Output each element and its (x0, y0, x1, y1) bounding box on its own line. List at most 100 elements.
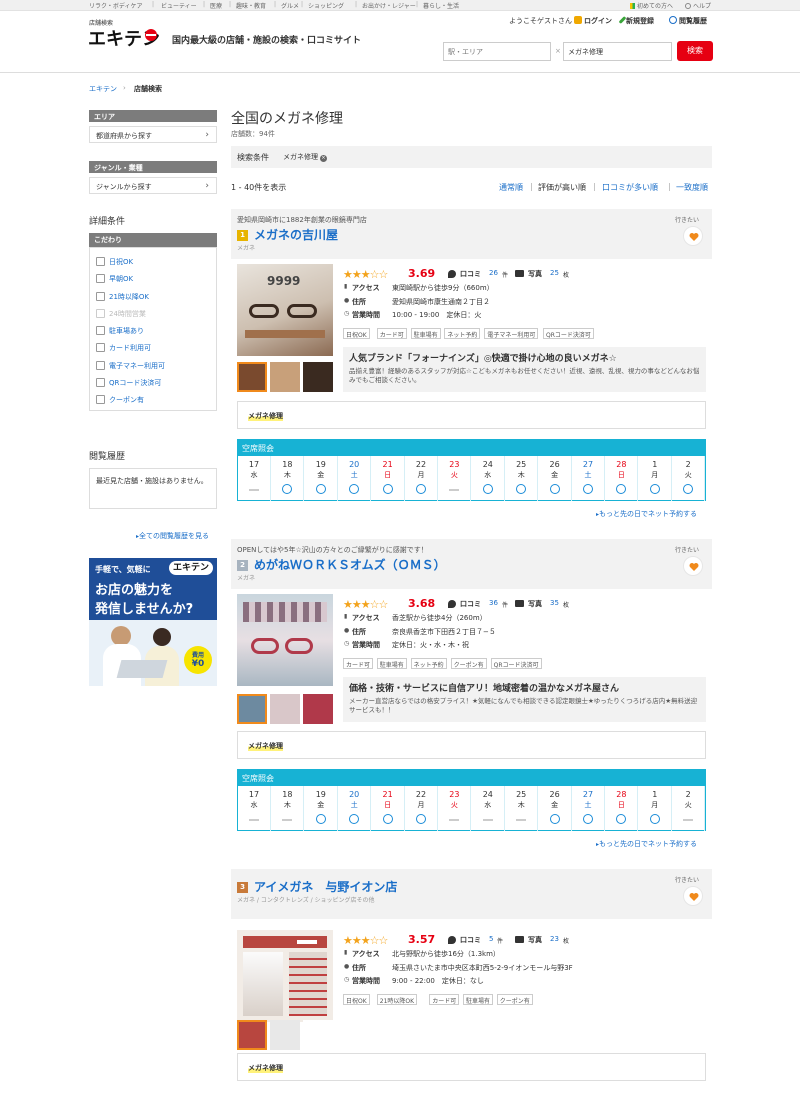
search-button[interactable]: 検索 (677, 41, 713, 61)
store-thumbnail[interactable] (303, 1020, 333, 1050)
store-name-link[interactable]: メガネの吉川屋 (254, 226, 338, 243)
condition-holiday[interactable]: 日祝OK (96, 257, 133, 267)
available-circle-icon[interactable] (683, 484, 694, 494)
want-heart-button[interactable] (683, 226, 703, 246)
available-circle-icon[interactable] (416, 484, 426, 494)
available-circle-icon[interactable] (583, 814, 593, 824)
topbar-cat-beauty[interactable]: ビューティー (161, 1, 197, 10)
calendar-day[interactable]: 26 金 (539, 456, 572, 501)
condition-chip[interactable]: メガネ修理 × (279, 150, 331, 163)
area-search-input[interactable] (443, 42, 551, 61)
photos-count[interactable]: 25 (550, 269, 559, 277)
calendar-day[interactable]: 21 日 (372, 786, 405, 831)
calendar-more-link[interactable]: ▸もっと先の日でネット予約する (596, 839, 697, 849)
calendar-day[interactable]: 18 木 (271, 456, 305, 501)
register-link[interactable]: 新規登録 (618, 16, 654, 26)
available-circle-icon[interactable] (282, 484, 293, 494)
pr-title[interactable]: 価格・技術・サービスに自信アリ！地域密着の温かなメガネ屋さん (349, 681, 700, 694)
store-name-link[interactable]: アイメガネ 与野イオン店 (254, 878, 397, 895)
topbar-cat-medical[interactable]: 医療 (210, 1, 222, 10)
store-thumbnail[interactable] (303, 694, 333, 724)
topbar-cat-gourmet[interactable]: グルメ (281, 1, 299, 10)
calendar-day[interactable]: 27 土 (572, 786, 605, 831)
sort-reviews[interactable]: 口コミが多い順 (602, 182, 658, 193)
topbar-cat-shopping[interactable]: ショッピング (308, 1, 344, 10)
help-link[interactable]: ヘルプ (685, 1, 711, 10)
topbar-cat-hobby[interactable]: 趣味・教育 (236, 1, 266, 10)
available-circle-icon[interactable] (349, 484, 360, 494)
available-circle-icon[interactable] (549, 484, 560, 494)
ekiten-logo[interactable]: エキテン (88, 26, 162, 50)
checkbox[interactable] (96, 395, 105, 404)
keyword-search-input[interactable] (563, 42, 672, 61)
calendar-day[interactable]: 25 木 (505, 456, 539, 501)
calendar-day[interactable]: 28 日 (605, 456, 639, 501)
store-thumbnail[interactable] (303, 362, 333, 392)
reviews-count[interactable]: 36 (489, 599, 498, 607)
available-circle-icon[interactable] (315, 814, 326, 824)
history-more-link[interactable]: ▸全ての閲覧履歴を見る (136, 531, 209, 541)
store-thumbnail[interactable] (237, 1020, 267, 1050)
breadcrumb-home[interactable]: エキテン (89, 84, 117, 94)
calendar-day[interactable]: 1月 (639, 786, 672, 831)
store-name-link[interactable]: めがねＷＯＲＫＳオムズ（ＯＭＳ） (254, 556, 446, 573)
calendar-day[interactable]: 20 土 (338, 786, 372, 831)
clear-icon[interactable]: × (555, 47, 561, 55)
condition-card[interactable]: カード利用可 (96, 343, 151, 353)
store-thumbnail[interactable] (270, 1020, 300, 1050)
available-circle-icon[interactable] (349, 814, 360, 824)
calendar-day[interactable]: 1月 (639, 456, 672, 501)
condition-coupon[interactable]: クーポン有 (96, 395, 144, 405)
checkbox[interactable] (96, 378, 105, 387)
calendar-day[interactable]: 27 土 (572, 456, 605, 501)
store-thumbnail[interactable] (270, 694, 300, 724)
available-circle-icon[interactable] (516, 484, 527, 494)
calendar-day[interactable]: 24 水 (472, 456, 505, 501)
photos-count[interactable]: 23 (550, 935, 559, 943)
checkbox[interactable] (96, 326, 105, 335)
store-thumbnail[interactable] (237, 362, 267, 392)
available-circle-icon[interactable] (315, 484, 326, 494)
condition-early[interactable]: 早朝OK (96, 274, 133, 284)
calendar-day[interactable]: 22 月 (405, 456, 438, 501)
reviews-count[interactable]: 26 (489, 269, 498, 277)
available-circle-icon[interactable] (482, 484, 493, 494)
checkbox[interactable] (96, 274, 105, 283)
genre-search-link[interactable]: ジャンルから探す › (89, 177, 217, 194)
available-circle-icon[interactable] (382, 814, 393, 824)
calendar-day[interactable]: 21 日 (372, 456, 405, 501)
calendar-day[interactable]: 20 土 (338, 456, 372, 501)
pr-title[interactable]: 人気ブランド「フォーナインズ」◎快適で掛け心地の良いメガネ☆ (349, 351, 700, 364)
available-circle-icon[interactable] (616, 484, 627, 494)
checkbox[interactable] (96, 361, 105, 370)
photos-count[interactable]: 35 (550, 599, 559, 607)
checkbox[interactable] (96, 257, 105, 266)
available-circle-icon[interactable] (649, 814, 660, 824)
first-time-link[interactable]: 初めての方へ (630, 1, 673, 10)
history-link[interactable]: 閲覧履歴 (669, 16, 707, 26)
want-heart-button[interactable] (683, 556, 703, 576)
available-circle-icon[interactable] (549, 814, 560, 824)
available-circle-icon[interactable] (649, 484, 660, 494)
prefecture-search-link[interactable]: 都道府県から探す › (89, 126, 217, 143)
calendar-day[interactable]: 22 月 (405, 786, 438, 831)
calendar-day[interactable]: 2火 (672, 456, 706, 501)
checkbox[interactable] (96, 343, 105, 352)
topbar-cat-leisure[interactable]: お出かけ・レジャー (362, 1, 416, 10)
calendar-day[interactable]: 19 金 (305, 456, 338, 501)
condition-after21[interactable]: 21時以降OK (96, 292, 149, 302)
remove-icon[interactable]: × (320, 155, 327, 162)
available-circle-icon[interactable] (416, 814, 426, 824)
calendar-day[interactable]: 19 金 (305, 786, 338, 831)
available-circle-icon[interactable] (382, 484, 393, 494)
store-thumbnail[interactable] (237, 694, 267, 724)
sort-default[interactable]: 通常順 (499, 182, 523, 193)
promo-banner[interactable]: 手軽で、気軽に エキテン お店の魅力を 発信しませんか? 費用 ¥0 (89, 558, 217, 686)
condition-parking[interactable]: 駐車場あり (96, 326, 144, 336)
topbar-cat-life[interactable]: 暮らし・生活 (423, 1, 459, 10)
condition-qr[interactable]: QRコード決済可 (96, 378, 161, 388)
store-thumbnail[interactable] (270, 362, 300, 392)
calendar-day[interactable]: 26 金 (539, 786, 572, 831)
checkbox[interactable] (96, 292, 105, 301)
sort-rating[interactable]: 評価が高い順 (538, 182, 586, 193)
